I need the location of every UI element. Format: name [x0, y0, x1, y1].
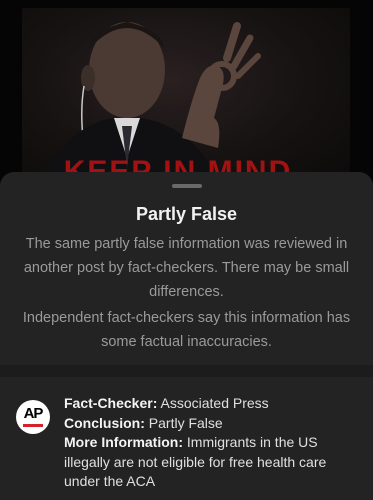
- sheet-grabber-handle[interactable]: [172, 184, 202, 188]
- ap-logo-bar: [23, 424, 43, 427]
- section-divider: [0, 365, 373, 377]
- fact-checker-line: Fact-Checker: Associated Press: [64, 394, 359, 414]
- conclusion-label: Conclusion:: [64, 414, 145, 431]
- ap-logo-letters: AP: [23, 405, 44, 422]
- fact-checker-label: Fact-Checker:: [64, 395, 158, 411]
- conclusion-line: Conclusion: Partly False: [64, 414, 359, 434]
- associated-press-logo-icon: AP: [16, 400, 50, 434]
- more-information-label: More Information:: [64, 434, 183, 450]
- more-information-line: More Information: Immigrants in the US i…: [64, 433, 359, 492]
- rating-description: The same partly false information was re…: [23, 236, 350, 300]
- post-image[interactable]: KEEP IN MIND: [0, 0, 373, 200]
- screen: KEEP IN MIND Partly False The same partl…: [0, 0, 373, 500]
- fact-checker-summary: Independent fact-checkers say this infor…: [22, 310, 351, 350]
- fact-check-sheet: Partly False The same partly false infor…: [0, 172, 373, 500]
- fact-checker-value: Associated Press: [160, 395, 269, 411]
- conclusion-value: Partly False: [148, 414, 223, 431]
- fact-check-details: Fact-Checker: Associated Press Conclusio…: [64, 394, 359, 492]
- rating-title: Partly False: [135, 204, 238, 224]
